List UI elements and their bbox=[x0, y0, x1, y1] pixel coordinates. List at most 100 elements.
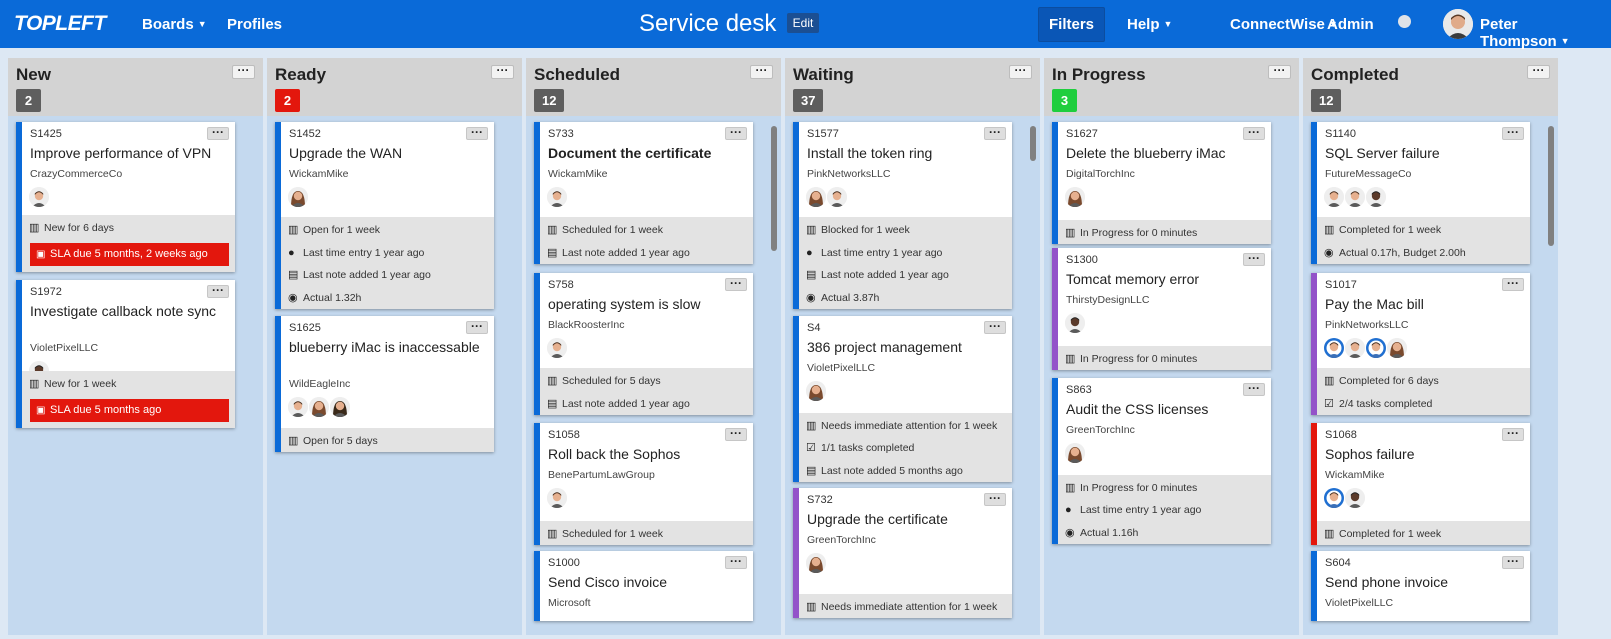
avatar[interactable] bbox=[1065, 443, 1085, 463]
avatar[interactable] bbox=[1324, 488, 1344, 508]
ticket-title[interactable]: Investigate callback note sync bbox=[30, 303, 227, 320]
avatar[interactable] bbox=[309, 397, 329, 417]
ticket-title[interactable]: operating system is slow bbox=[548, 296, 745, 313]
status-indicator-icon[interactable] bbox=[1398, 15, 1411, 28]
ticket-title[interactable]: Document the certificate bbox=[548, 145, 745, 162]
ticket-title[interactable]: blueberry iMac is inaccessable bbox=[289, 339, 486, 356]
card-menu-button[interactable]: ··· bbox=[1502, 555, 1524, 569]
column-card-list[interactable]: S1627 ··· Delete the blueberry iMac Digi… bbox=[1044, 116, 1299, 634]
ticket-title[interactable]: Improve performance of VPN bbox=[30, 145, 227, 162]
avatar[interactable] bbox=[547, 338, 567, 358]
card-menu-button[interactable]: ··· bbox=[725, 555, 747, 569]
ticket-title[interactable]: Roll back the Sophos bbox=[548, 446, 745, 463]
column-card-list[interactable]: S1140 ··· SQL Server failure FutureMessa… bbox=[1303, 116, 1558, 634]
avatar[interactable] bbox=[1324, 187, 1344, 207]
ticket-title[interactable]: Send phone invoice bbox=[1325, 574, 1522, 591]
avatar[interactable] bbox=[1345, 488, 1365, 508]
avatar[interactable] bbox=[288, 187, 308, 207]
card-menu-button[interactable]: ··· bbox=[984, 126, 1006, 140]
avatar[interactable] bbox=[330, 397, 350, 417]
ticket-card[interactable]: S1425 ··· Improve performance of VPN Cra… bbox=[16, 122, 235, 272]
avatar[interactable] bbox=[806, 553, 826, 573]
card-menu-button[interactable]: ··· bbox=[984, 492, 1006, 506]
avatar[interactable] bbox=[547, 187, 567, 207]
card-menu-button[interactable]: ··· bbox=[207, 126, 229, 140]
avatar[interactable] bbox=[1387, 338, 1407, 358]
app-logo[interactable]: TOPLEFT bbox=[14, 12, 106, 36]
column-card-list[interactable]: S1452 ··· Upgrade the WAN WickamMike ▥ Ope… bbox=[267, 116, 522, 634]
column-menu-button[interactable]: ··· bbox=[1527, 64, 1550, 79]
avatar[interactable] bbox=[288, 397, 308, 417]
column-scrollbar[interactable] bbox=[771, 126, 777, 251]
ticket-title[interactable]: Pay the Mac bill bbox=[1325, 296, 1522, 313]
help-menu[interactable]: Help ▼ bbox=[1127, 16, 1172, 33]
ticket-card[interactable]: S1300 ··· Tomcat memory error ThirstyDes… bbox=[1052, 248, 1271, 370]
card-menu-button[interactable]: ··· bbox=[984, 320, 1006, 334]
card-menu-button[interactable]: ··· bbox=[1502, 126, 1524, 140]
ticket-card[interactable]: S1625 ··· blueberry iMac is inaccessable… bbox=[275, 316, 494, 452]
ticket-card[interactable]: S1972 ··· Investigate callback note sync… bbox=[16, 280, 235, 428]
filters-button[interactable]: Filters bbox=[1038, 7, 1105, 42]
ticket-card[interactable]: S1452 ··· Upgrade the WAN WickamMike ▥ Ope… bbox=[275, 122, 494, 309]
card-menu-button[interactable]: ··· bbox=[207, 284, 229, 298]
ticket-title[interactable]: Send Cisco invoice bbox=[548, 574, 745, 591]
ticket-title[interactable]: Tomcat memory error bbox=[1066, 271, 1263, 288]
user-avatar[interactable] bbox=[1443, 9, 1473, 39]
card-menu-button[interactable]: ··· bbox=[466, 126, 488, 140]
avatar[interactable] bbox=[1324, 338, 1344, 358]
avatar[interactable] bbox=[806, 187, 826, 207]
avatar[interactable] bbox=[1065, 187, 1085, 207]
ticket-card[interactable]: S1017 ··· Pay the Mac bill PinkNetworksL… bbox=[1311, 273, 1530, 415]
ticket-card[interactable]: S1068 ··· Sophos failure WickamMike ▥ Comp… bbox=[1311, 423, 1530, 545]
ticket-card[interactable]: S732 ··· Upgrade the certificate GreenTo… bbox=[793, 488, 1012, 618]
ticket-title[interactable]: Sophos failure bbox=[1325, 446, 1522, 463]
card-menu-button[interactable]: ··· bbox=[725, 277, 747, 291]
avatar[interactable] bbox=[806, 381, 826, 401]
ticket-card[interactable]: S4 ··· 386 project management VioletPixe… bbox=[793, 316, 1012, 482]
profiles-link[interactable]: Profiles bbox=[227, 16, 282, 33]
column-card-list[interactable]: S1577 ··· Install the token ring PinkNet… bbox=[785, 116, 1040, 634]
ticket-title[interactable]: 386 project management bbox=[807, 339, 1004, 356]
column-scrollbar[interactable] bbox=[1548, 126, 1554, 246]
avatar[interactable] bbox=[29, 187, 49, 207]
column-menu-button[interactable]: ··· bbox=[491, 64, 514, 79]
avatar[interactable] bbox=[1065, 313, 1085, 333]
card-menu-button[interactable]: ··· bbox=[1243, 126, 1265, 140]
ticket-card[interactable]: S733 ··· Document the certificate Wickam… bbox=[534, 122, 753, 264]
ticket-card[interactable]: S1000 ··· Send Cisco invoice Microsoft bbox=[534, 551, 753, 621]
avatar[interactable] bbox=[1366, 187, 1386, 207]
ticket-card[interactable]: S758 ··· operating system is slow BlackR… bbox=[534, 273, 753, 415]
ticket-card[interactable]: S1140 ··· SQL Server failure FutureMessa… bbox=[1311, 122, 1530, 264]
edit-title-button[interactable]: Edit bbox=[787, 13, 819, 33]
card-menu-button[interactable]: ··· bbox=[725, 427, 747, 441]
connectwise-menu[interactable]: ConnectWise ▼ bbox=[1230, 16, 1338, 33]
column-menu-button[interactable]: ··· bbox=[232, 64, 255, 79]
ticket-card[interactable]: S1627 ··· Delete the blueberry iMac Digi… bbox=[1052, 122, 1271, 244]
column-menu-button[interactable]: ··· bbox=[1009, 64, 1032, 79]
avatar[interactable] bbox=[1366, 338, 1386, 358]
column-menu-button[interactable]: ··· bbox=[750, 64, 773, 79]
avatar[interactable] bbox=[1345, 338, 1365, 358]
ticket-card[interactable]: S1058 ··· Roll back the Sophos BenePartu… bbox=[534, 423, 753, 545]
column-card-list[interactable]: S733 ··· Document the certificate Wickam… bbox=[526, 116, 781, 634]
ticket-title[interactable]: Upgrade the WAN bbox=[289, 145, 486, 162]
avatar[interactable] bbox=[1345, 187, 1365, 207]
ticket-title[interactable]: Upgrade the certificate bbox=[807, 511, 1004, 528]
column-card-list[interactable]: S1425 ··· Improve performance of VPN Cra… bbox=[8, 116, 263, 634]
card-menu-button[interactable]: ··· bbox=[1243, 382, 1265, 396]
ticket-title[interactable]: SQL Server failure bbox=[1325, 145, 1522, 162]
boards-menu[interactable]: Boards ▼ bbox=[142, 16, 207, 33]
ticket-card[interactable]: S604 ··· Send phone invoice VioletPixelL… bbox=[1311, 551, 1530, 621]
card-menu-button[interactable]: ··· bbox=[466, 320, 488, 334]
ticket-title[interactable]: Audit the CSS licenses bbox=[1066, 401, 1263, 418]
card-menu-button[interactable]: ··· bbox=[1502, 277, 1524, 291]
user-menu[interactable]: Peter Thompson ▼ bbox=[1480, 16, 1611, 50]
avatar[interactable] bbox=[547, 488, 567, 508]
column-menu-button[interactable]: ··· bbox=[1268, 64, 1291, 79]
admin-link[interactable]: Admin bbox=[1327, 16, 1374, 33]
card-menu-button[interactable]: ··· bbox=[1502, 427, 1524, 441]
card-menu-button[interactable]: ··· bbox=[1243, 252, 1265, 266]
ticket-card[interactable]: S1577 ··· Install the token ring PinkNet… bbox=[793, 122, 1012, 309]
ticket-title[interactable]: Install the token ring bbox=[807, 145, 1004, 162]
avatar[interactable] bbox=[827, 187, 847, 207]
